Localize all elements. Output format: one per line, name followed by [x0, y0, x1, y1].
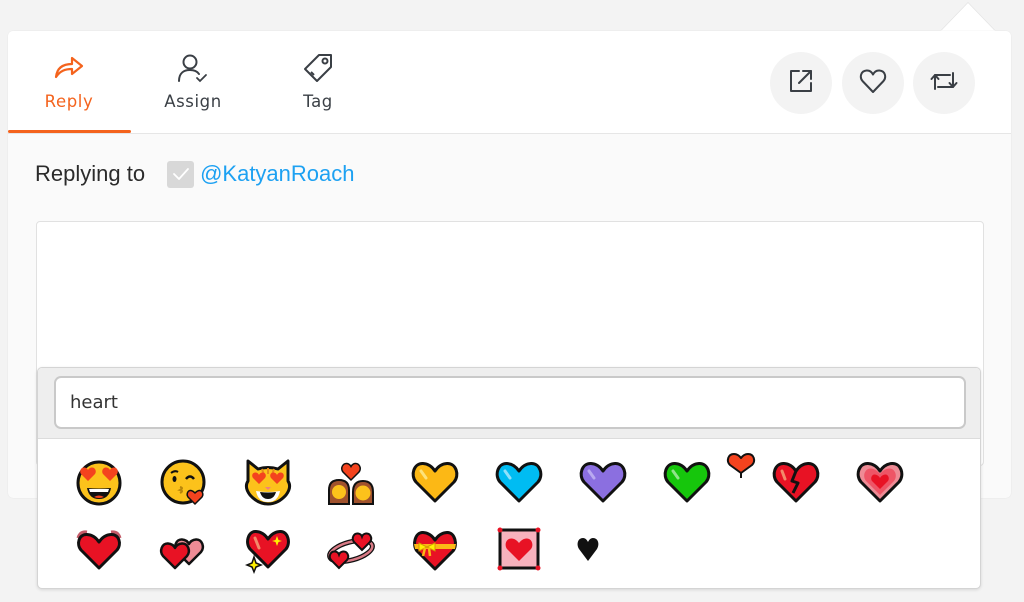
tab-tag[interactable]: Tag — [278, 31, 358, 133]
open-external-button[interactable] — [770, 52, 832, 114]
emoji-picker — [37, 367, 981, 589]
emoji-picker-header — [38, 368, 980, 439]
kiss-face-icon — [160, 459, 206, 506]
tag-icon — [301, 51, 335, 85]
retweet-icon — [930, 70, 958, 96]
heart-suit-icon — [577, 538, 599, 561]
check-icon — [172, 168, 189, 180]
emoji-couple-heart[interactable] — [321, 454, 381, 510]
emoji-heart-suit[interactable] — [558, 521, 618, 577]
tab-label: Assign — [164, 92, 222, 111]
heart-exclamation-icon — [726, 453, 756, 478]
blue-heart-icon — [495, 462, 543, 503]
heart-outline-icon — [859, 68, 887, 98]
recipient-handle[interactable]: @KatyanRoach — [200, 161, 354, 187]
tab-bar: Reply Assign Tag — [8, 31, 1011, 134]
purple-heart-icon — [579, 462, 627, 503]
like-button[interactable] — [842, 52, 904, 114]
two-hearts-icon — [159, 538, 205, 570]
emoji-heart-exclamation[interactable] — [718, 442, 764, 490]
broken-heart-icon — [772, 462, 820, 503]
tab-reply[interactable]: Reply — [8, 31, 130, 133]
emoji-two-hearts[interactable] — [153, 521, 213, 577]
revolving-hearts-icon — [327, 532, 375, 570]
emoji-yellow-heart[interactable] — [405, 454, 465, 510]
emoji-heart-eyes-cat[interactable] — [238, 454, 298, 510]
sparkling-heart-icon — [244, 530, 290, 575]
popover-pointer — [941, 3, 995, 31]
yellow-heart-icon — [411, 462, 459, 503]
heart-ribbon-icon — [413, 531, 457, 571]
tab-assign[interactable]: Assign — [148, 31, 238, 133]
emoji-heart-eyes-face[interactable] — [69, 454, 129, 510]
emoji-purple-heart[interactable] — [573, 454, 633, 510]
emoji-heart-decoration[interactable] — [489, 521, 549, 577]
emoji-search-input[interactable] — [54, 376, 966, 429]
emoji-broken-heart[interactable] — [766, 454, 826, 510]
external-link-icon — [788, 68, 814, 98]
emoji-beating-heart[interactable] — [69, 521, 129, 577]
tab-label: Reply — [44, 92, 94, 111]
emoji-revolving-hearts[interactable] — [321, 521, 381, 577]
green-heart-icon — [663, 462, 711, 503]
emoji-heart-ribbon[interactable] — [405, 521, 465, 577]
heart-decoration-icon — [497, 527, 541, 571]
recipient-checkbox[interactable] — [167, 160, 195, 188]
heart-eyes-cat-icon — [244, 459, 292, 506]
couple-heart-icon — [328, 462, 374, 505]
emoji-growing-heart[interactable] — [850, 454, 910, 510]
beating-heart-icon — [76, 530, 122, 570]
growing-heart-icon — [856, 462, 904, 503]
tab-label: Tag — [303, 92, 333, 111]
emoji-sparkling-heart[interactable] — [238, 521, 298, 577]
assign-user-icon — [176, 51, 210, 85]
retweet-button[interactable] — [913, 52, 975, 114]
reply-arrow-icon — [52, 51, 86, 85]
active-tab-indicator — [8, 130, 131, 133]
emoji-blue-heart[interactable] — [489, 454, 549, 510]
replying-to-row: Replying to @KatyanRoach — [35, 159, 355, 189]
emoji-green-heart[interactable] — [657, 454, 717, 510]
replying-to-label: Replying to — [35, 161, 146, 186]
heart-eyes-face-icon — [76, 460, 122, 506]
emoji-kiss-face[interactable] — [153, 454, 213, 510]
